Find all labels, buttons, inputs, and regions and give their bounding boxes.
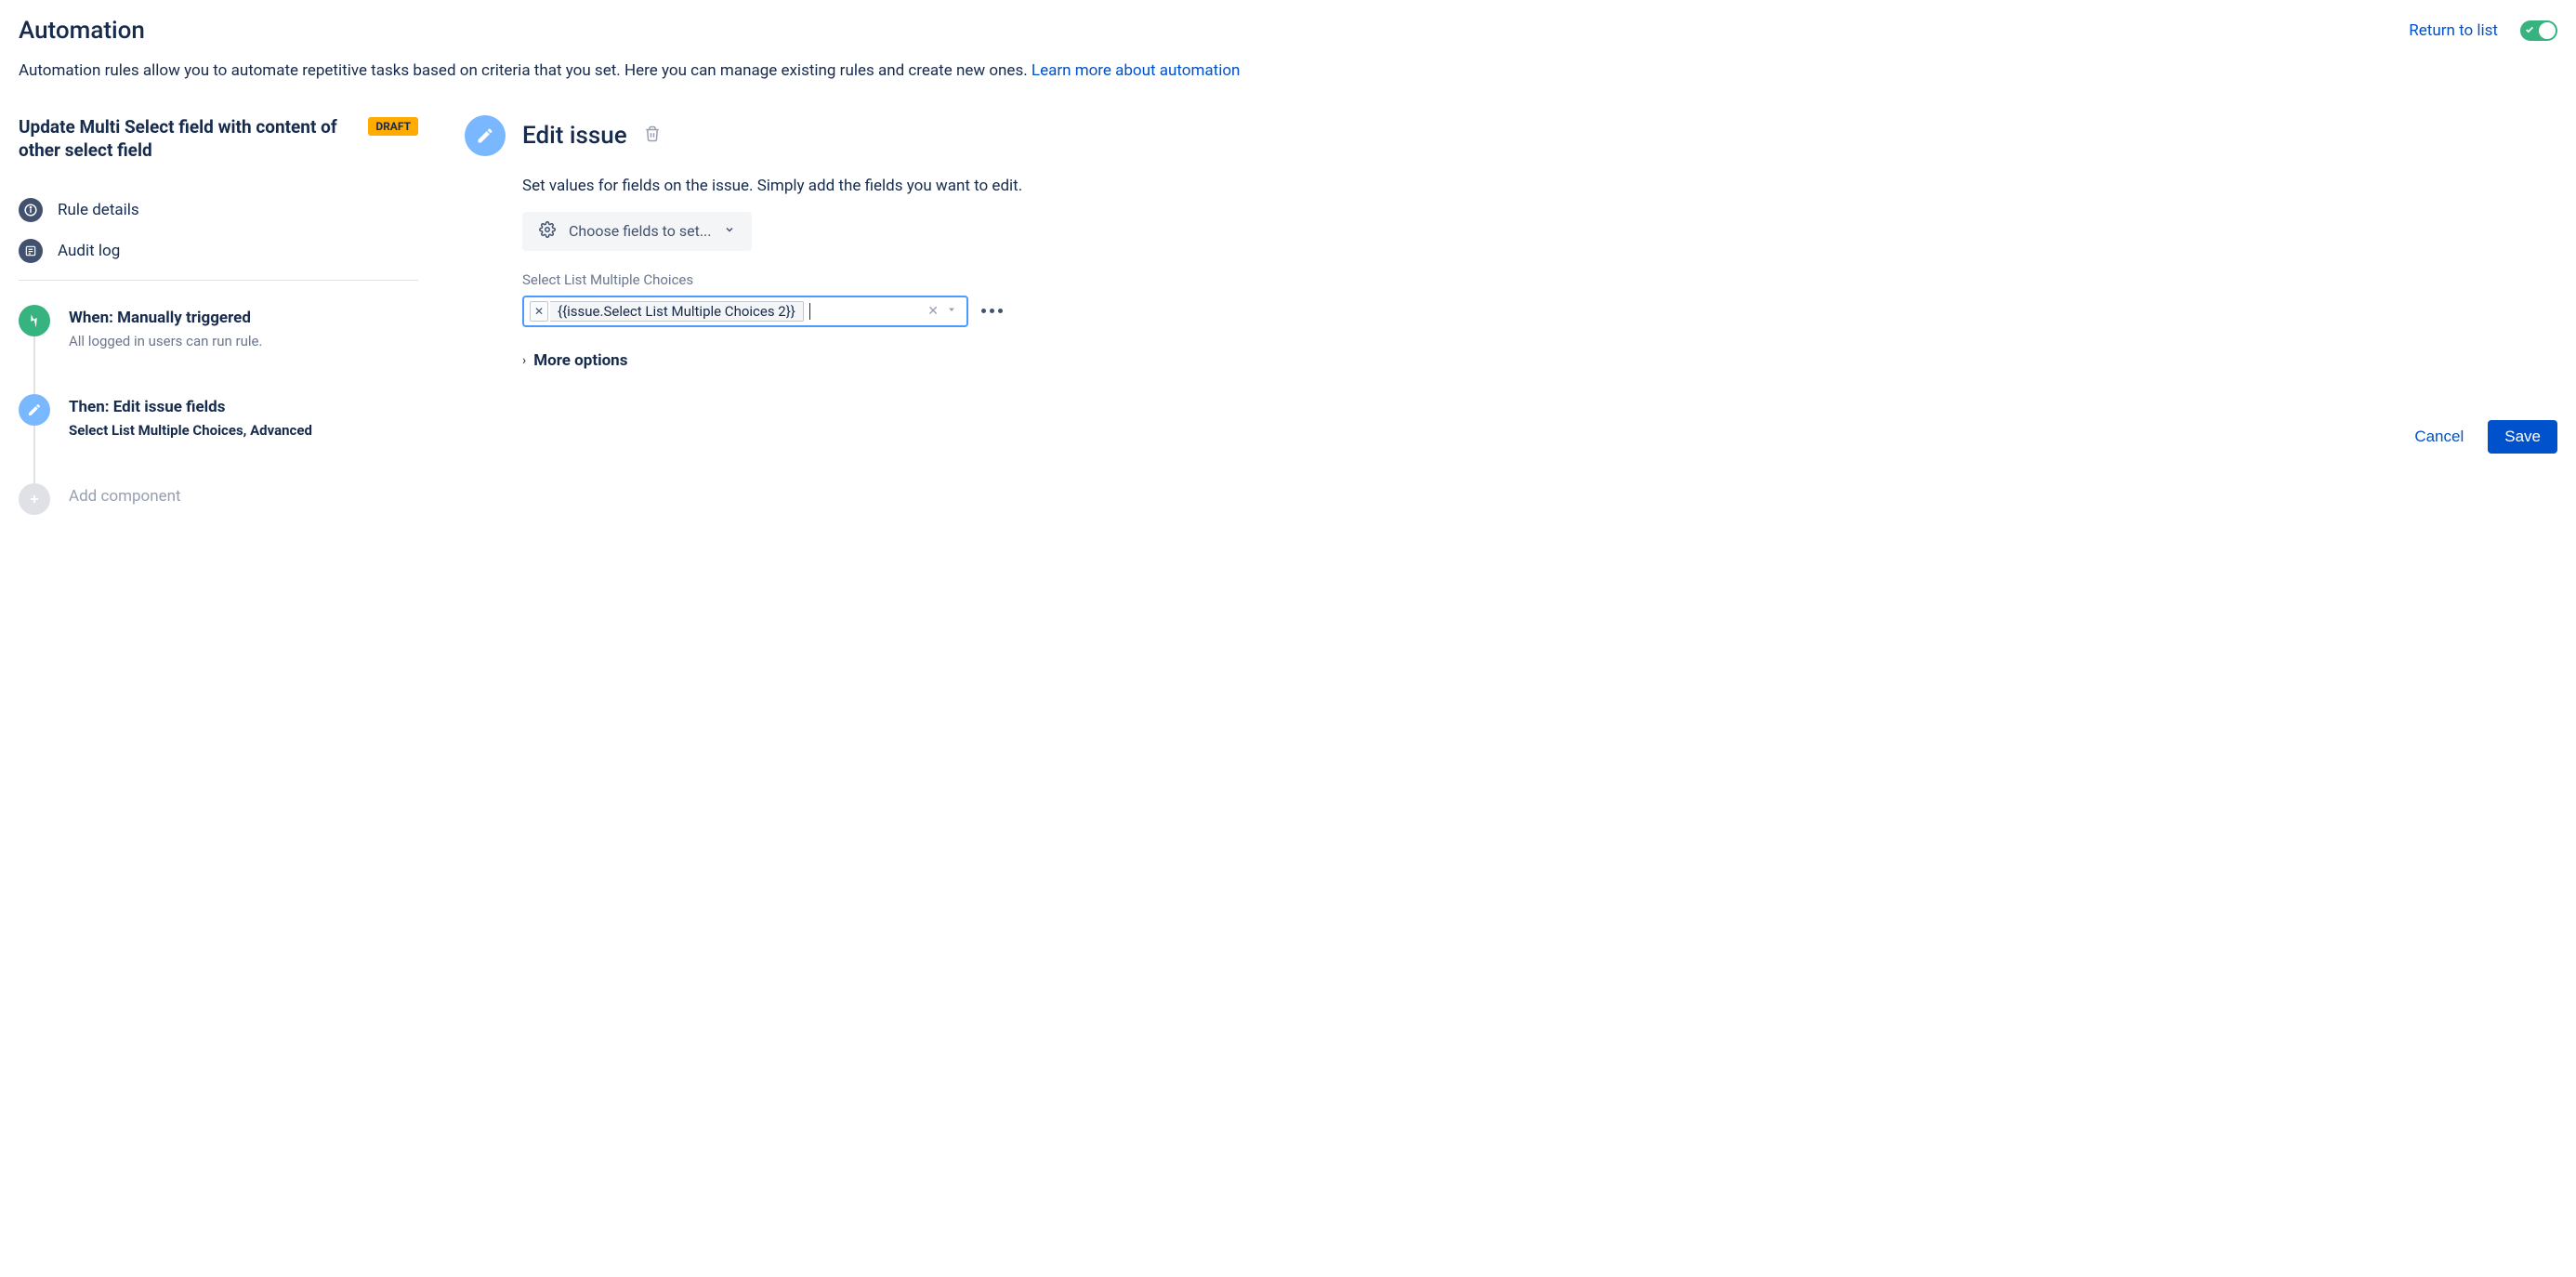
edit-panel-title: Edit issue xyxy=(522,122,627,150)
return-to-list-link[interactable]: Return to list xyxy=(2409,21,2498,40)
page-description: Automation rules allow you to automate r… xyxy=(19,59,2557,84)
trigger-subtitle: All logged in users can run rule. xyxy=(69,333,262,349)
plus-icon xyxy=(19,483,50,515)
page-title: Automation xyxy=(19,17,145,45)
chevron-right-icon: › xyxy=(522,353,526,368)
trigger-title: When: Manually triggered xyxy=(69,309,262,327)
trash-icon[interactable] xyxy=(644,125,661,146)
cancel-button[interactable]: Cancel xyxy=(2403,420,2475,454)
choose-fields-dropdown[interactable]: Choose fields to set... xyxy=(522,212,752,251)
add-component-label: Add component xyxy=(69,487,181,506)
more-options-toggle[interactable]: › More options xyxy=(522,351,2557,370)
rule-details-label: Rule details xyxy=(58,201,139,219)
divider xyxy=(19,280,418,281)
pencil-icon xyxy=(465,115,506,156)
rule-enable-toggle[interactable] xyxy=(2520,20,2557,41)
add-component-button[interactable]: Add component xyxy=(19,483,418,515)
action-title: Then: Edit issue fields xyxy=(69,398,312,416)
gear-icon xyxy=(539,221,556,242)
toggle-knob xyxy=(2539,22,2556,39)
audit-log-label: Audit log xyxy=(58,242,120,260)
flow-step-trigger[interactable]: When: Manually triggered All logged in u… xyxy=(19,305,418,349)
edit-panel-description: Set values for fields on the issue. Simp… xyxy=(522,177,2557,195)
learn-more-link[interactable]: Learn more about automation xyxy=(1032,61,1241,80)
more-actions-icon[interactable] xyxy=(981,309,1003,313)
action-subtitle: Select List Multiple Choices, Advanced xyxy=(69,422,312,439)
flow-step-action[interactable]: Then: Edit issue fields Select List Mult… xyxy=(19,394,418,439)
rule-name: Update Multi Select field with content o… xyxy=(19,115,357,163)
pencil-icon xyxy=(19,394,50,426)
choose-fields-label: Choose fields to set... xyxy=(569,222,711,240)
field-label: Select List Multiple Choices xyxy=(522,271,2557,288)
trigger-icon xyxy=(19,305,50,336)
info-icon xyxy=(19,198,43,222)
rule-details-link[interactable]: Rule details xyxy=(19,198,418,222)
dropdown-caret-icon[interactable] xyxy=(946,304,957,319)
audit-log-link[interactable]: Audit log xyxy=(19,239,418,263)
check-icon xyxy=(2525,25,2534,37)
chip-remove-button[interactable]: ✕ xyxy=(530,301,548,322)
clear-all-icon[interactable]: ✕ xyxy=(927,304,939,319)
chip-value: {{issue.Select List Multiple Choices 2}} xyxy=(550,301,804,322)
more-options-label: More options xyxy=(533,351,627,370)
chevron-down-icon xyxy=(724,224,735,239)
save-button[interactable]: Save xyxy=(2488,420,2557,454)
draft-badge: DRAFT xyxy=(368,117,418,136)
text-cursor xyxy=(809,303,810,320)
list-icon xyxy=(19,239,43,263)
multi-select-input[interactable]: ✕ {{issue.Select List Multiple Choices 2… xyxy=(522,296,968,327)
